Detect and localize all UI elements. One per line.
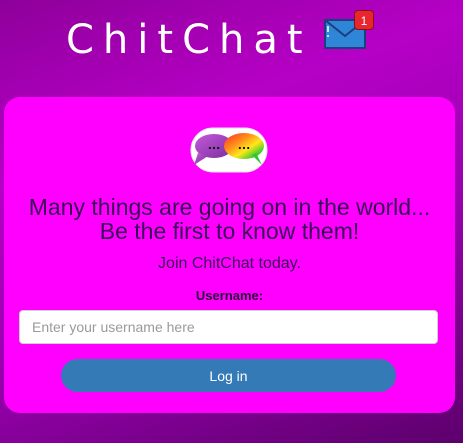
tagline-line-2: Be the first to know them! <box>99 218 360 244</box>
chat-bubbles-icon: ... ... <box>190 127 268 173</box>
notifications-button[interactable]: 1 <box>324 10 376 54</box>
username-input[interactable] <box>19 310 438 344</box>
logo-dots-left: ... <box>208 139 221 152</box>
login-card: ... ... Many things are going on in the … <box>4 97 455 413</box>
app-header: ChitChat 1 <box>0 0 463 90</box>
tagline-line-1: Many things are going on in the world... <box>28 194 431 220</box>
logo-dots-right: ... <box>238 139 251 152</box>
tagline: Many things are going on in the world...… <box>4 195 455 243</box>
join-text: Join ChitChat today. <box>158 255 301 272</box>
notification-count-badge: 1 <box>354 10 374 30</box>
brand-title: ChitChat <box>66 17 312 63</box>
login-button[interactable]: Log in <box>61 359 396 392</box>
username-label: Username: <box>195 288 264 303</box>
